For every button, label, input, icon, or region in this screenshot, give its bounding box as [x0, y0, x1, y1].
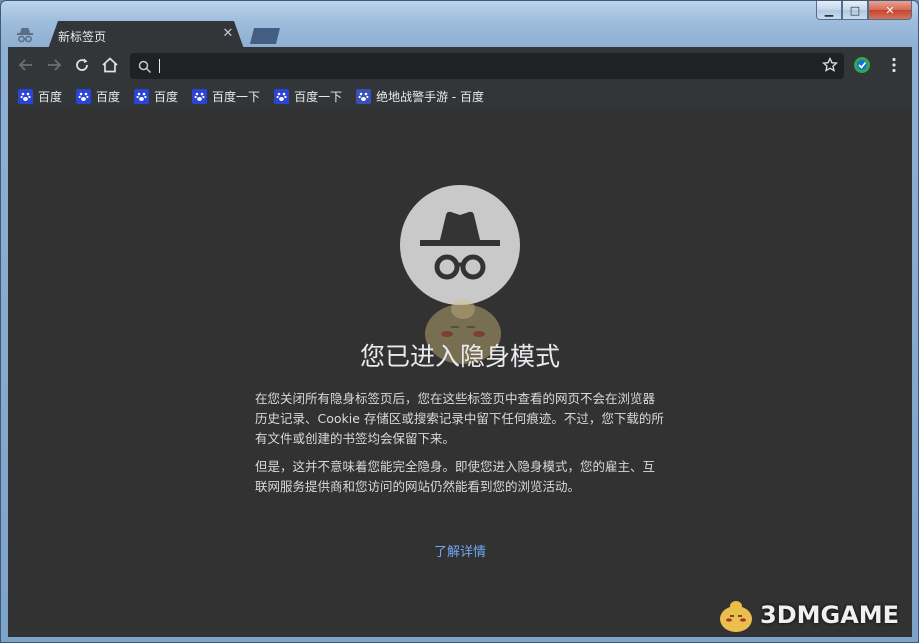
incognito-description-1: 在您关闭所有隐身标签页后，您在这些标签页中查看的网页不会在浏览器历史记录、Coo…	[255, 391, 664, 446]
bookmark-item[interactable]: 绝地战警手游 - 百度	[356, 86, 484, 106]
incognito-description-2: 但是，这并不意味着您能完全隐身。即使您进入隐身模式，您的雇主、互联网服务提供商和…	[255, 459, 656, 494]
baidu-paw-icon	[76, 88, 92, 104]
tab-title: 新标签页	[58, 30, 107, 44]
incognito-badge-icon	[14, 23, 36, 45]
incognito-headline: 您已进入隐身模式	[359, 342, 560, 371]
back-arrow-icon[interactable]	[16, 55, 36, 75]
address-input[interactable]	[156, 56, 806, 76]
bookmark-item[interactable]: 百度	[134, 86, 178, 106]
browser-window: ▁ □ ✕ 新标签页 ✕ 百度 百度 百度 百度一下 百度一下 绝地战警手游 -…	[0, 0, 919, 643]
minimize-button[interactable]: ▁	[816, 1, 842, 20]
browser-chrome: 百度 百度 百度 百度一下 百度一下 绝地战警手游 - 百度 您已进入隐身模式 …	[8, 47, 912, 637]
tab-close-icon[interactable]: ✕	[220, 26, 236, 42]
forward-arrow-icon[interactable]	[44, 55, 64, 75]
toolbar	[8, 47, 912, 83]
bookmark-item[interactable]: 百度一下	[192, 86, 260, 106]
watermark-text: 3DMGAME	[760, 601, 900, 629]
tab-strip: 新标签页 ✕	[8, 19, 912, 49]
bookmark-label: 绝地战警手游 - 百度	[376, 89, 485, 104]
site-watermark: 3DMGAME	[716, 593, 906, 637]
baidu-paw-icon	[274, 88, 290, 104]
text-caret	[159, 59, 160, 73]
bookmarks-bar: 百度 百度 百度 百度一下 百度一下 绝地战警手游 - 百度	[8, 83, 912, 109]
bookmark-label: 百度一下	[294, 89, 343, 104]
baidu-paw-icon	[134, 88, 150, 104]
omnibox[interactable]	[130, 53, 844, 79]
window-controls: ▁ □ ✕	[816, 1, 912, 21]
home-icon[interactable]	[100, 55, 120, 75]
close-window-button[interactable]: ✕	[868, 1, 912, 20]
bookmark-item[interactable]: 百度	[18, 86, 62, 106]
incognito-page: 您已进入隐身模式 在您关闭所有隐身标签页后，您在这些标签页中查看的网页不会在浏览…	[8, 109, 912, 637]
watermark-mascot-icon	[720, 601, 752, 632]
bookmark-label: 百度一下	[212, 89, 261, 104]
bookmark-item[interactable]: 百度	[76, 86, 120, 106]
bookmark-label: 百度	[96, 89, 121, 104]
learn-more-link[interactable]: 了解详情	[8, 541, 912, 560]
bookmark-label: 百度	[38, 89, 63, 104]
bookmark-star-icon[interactable]	[821, 56, 839, 77]
search-icon	[138, 59, 152, 78]
baidu-paw-icon	[18, 88, 33, 104]
reload-icon[interactable]	[72, 55, 92, 75]
new-tab-button[interactable]	[250, 28, 280, 44]
extension-icon[interactable]	[852, 55, 872, 75]
baidu-paw-icon	[192, 88, 208, 104]
menu-kebab-icon[interactable]	[884, 55, 904, 75]
bookmark-label: 百度	[154, 89, 179, 104]
bookmark-item[interactable]: 百度一下	[274, 86, 342, 106]
maximize-button[interactable]: □	[842, 1, 868, 20]
baidu-paw-icon	[356, 88, 372, 104]
